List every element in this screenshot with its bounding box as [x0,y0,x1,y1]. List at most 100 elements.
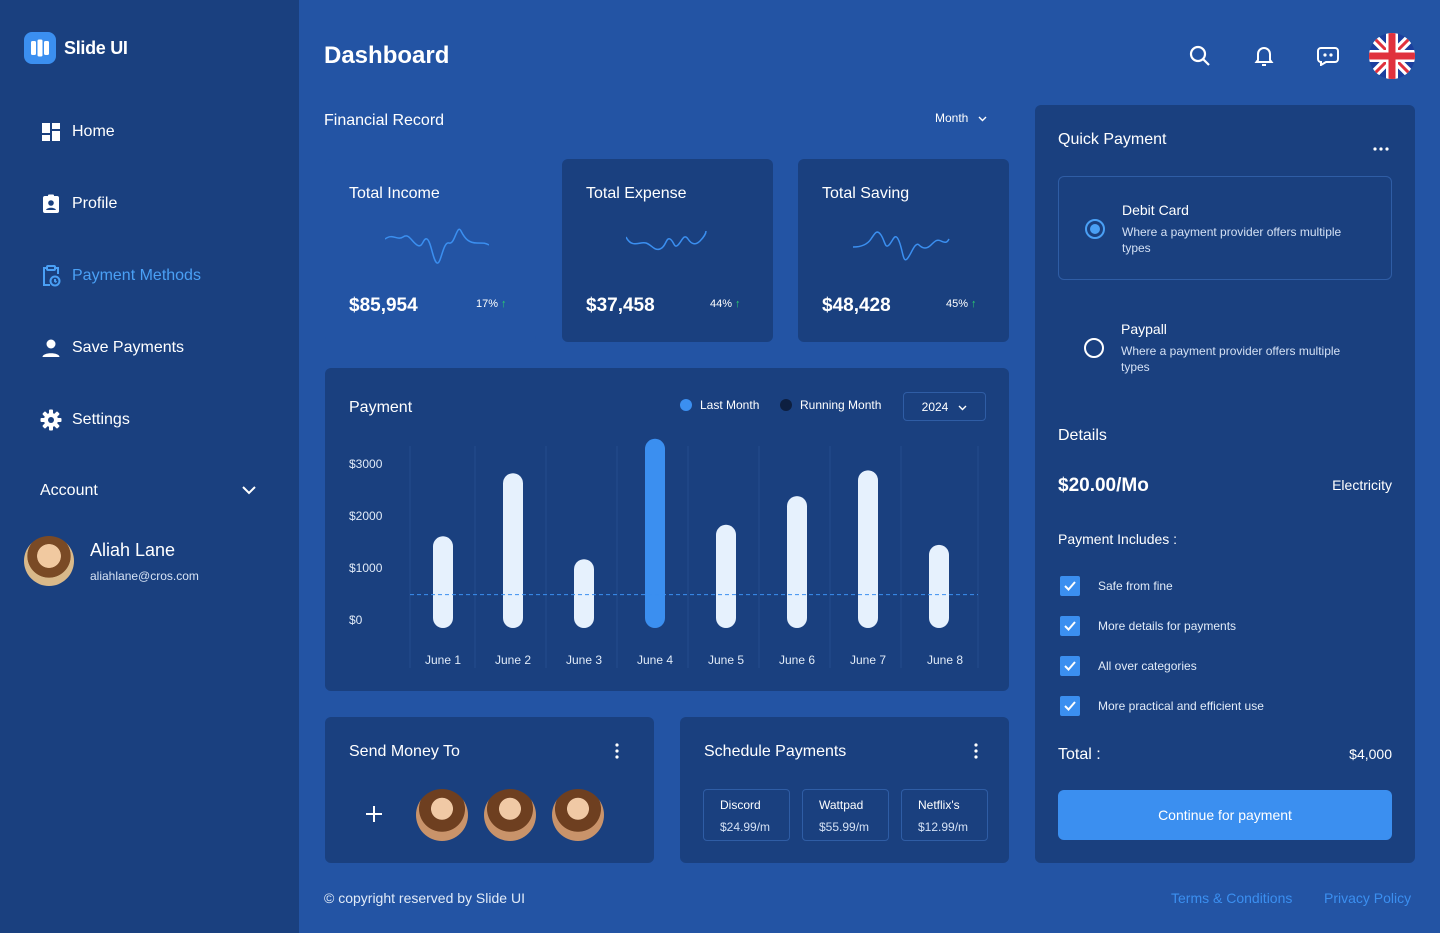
saving-sparkline [853,231,950,261]
payment-chart-card: Payment Last Month Running Month 2024 $3… [325,368,1009,691]
bell-icon[interactable] [1250,42,1278,70]
contact-avatar[interactable] [552,789,604,841]
user-email: aliahlane@cros.com [90,568,199,583]
option-desc: Where a payment provider offers multiple… [1121,344,1341,374]
include-label: More details for payments [1098,619,1237,633]
sidebar-item-label: Home [72,123,115,140]
id-badge-icon [40,193,62,215]
chart-bar[interactable] [645,438,665,628]
stat-label: Total Income [349,185,440,202]
include-item: More details for payments [1060,616,1236,636]
stat-change-value: 17% [476,298,499,310]
option-name: Paypall [1121,321,1167,337]
chart-bar[interactable] [716,524,736,628]
arrow-up-icon: ↑ [971,298,977,310]
schedule-name: Discord [720,798,761,812]
checkbox-checked[interactable] [1060,616,1080,636]
total-value: $4,000 [1349,746,1392,762]
more-vertical-icon[interactable] [974,743,978,764]
sidebar-item-label: Profile [72,195,118,212]
radio-selected[interactable] [1085,219,1105,239]
chart-bar[interactable] [929,544,949,628]
income-sparkline [385,228,489,264]
continue-payment-button[interactable]: Continue for payment [1058,790,1392,840]
schedule-item[interactable]: Wattpad $55.99/m [802,789,889,841]
sidebar-item-payment-methods[interactable]: Payment Methods [40,265,201,287]
chart-bar[interactable] [858,470,878,628]
payment-option-paypall[interactable]: Paypall Where a payment provider offers … [1058,296,1392,400]
include-item: Safe from fine [1060,576,1173,596]
logo[interactable]: Slide UI [24,32,128,64]
details-category: Electricity [1332,477,1392,493]
total-label: Total : [1058,746,1101,763]
includes-title: Payment Includes : [1058,531,1178,547]
chevron-down-icon [978,111,987,125]
stat-label: Total Saving [822,185,910,202]
contact-avatar[interactable] [416,789,468,841]
terms-link[interactable]: Terms & Conditions [1171,890,1292,906]
schedule-price: $12.99/m [918,820,969,834]
stat-card-saving[interactable]: Total Saving $48,428 45% ↑ [798,159,1009,342]
x-tick-label: June 7 [849,653,887,667]
x-tick-label: June 2 [494,653,532,667]
send-money-card: Send Money To [325,717,654,863]
x-tick-label: June 5 [707,653,745,667]
x-tick-label: June 4 [636,653,674,667]
schedule-item[interactable]: Discord $24.99/m [703,789,790,841]
chat-icon[interactable] [1314,42,1342,70]
stat-value: $37,458 [586,295,655,316]
uk-flag-icon[interactable] [1369,33,1415,79]
schedule-price: $24.99/m [720,820,771,834]
schedule-name: Netflix's [918,798,960,812]
option-name: Debit Card [1122,202,1189,218]
schedule-name: Wattpad [819,798,864,812]
sidebar-item-save-payments[interactable]: Save Payments [40,337,184,359]
sidebar-item-label: Payment Methods [72,267,201,284]
more-vertical-icon[interactable] [615,743,619,764]
x-tick-label: June 1 [424,653,462,667]
chart-bar[interactable] [574,559,594,628]
sidebar-item-profile[interactable]: Profile [40,193,117,215]
period-value: Month [935,111,969,125]
financial-record-title: Financial Record [324,112,445,129]
contact-avatar[interactable] [484,789,536,841]
sidebar-item-settings[interactable]: Settings [40,409,130,431]
checkbox-checked[interactable] [1060,576,1080,596]
schedule-item[interactable]: Netflix's $12.99/m [901,789,988,841]
x-tick-label: June 6 [778,653,816,667]
include-label: Safe from fine [1098,579,1173,593]
stat-card-expense[interactable]: Total Expense $37,458 44% ↑ [562,159,773,342]
card-title: Quick Payment [1058,131,1167,148]
stat-change: 44% ↑ [710,298,741,310]
details-price: $20.00/Mo [1058,475,1149,496]
chart-bar[interactable] [433,536,453,628]
chart-bar[interactable] [503,473,523,628]
payment-option-debit-card[interactable]: Debit Card Where a payment provider offe… [1058,176,1392,280]
stat-value: $85,954 [349,295,418,316]
period-select[interactable]: Month [935,111,987,125]
stat-change-value: 45% [946,298,969,310]
include-item: More practical and efficient use [1060,696,1264,716]
stat-change-value: 44% [710,298,733,310]
user-profile[interactable]: Aliah Lane aliahlane@cros.com [24,536,199,586]
stat-label: Total Expense [586,185,687,202]
checkbox-checked[interactable] [1060,656,1080,676]
quick-payment-card: Quick Payment Debit Card Where a payment… [1035,105,1415,863]
checkbox-checked[interactable] [1060,696,1080,716]
user-name: Aliah Lane [90,539,176,560]
include-item: All over categories [1060,656,1197,676]
slides-logo-icon [24,32,56,64]
search-icon[interactable] [1186,42,1214,70]
gear-icon [40,409,62,431]
more-horizontal-icon[interactable] [1373,138,1389,156]
stat-card-income[interactable]: Total Income $85,954 17% ↑ [325,159,536,342]
account-label: Account [40,482,98,499]
sidebar-item-home[interactable]: Home [40,121,115,143]
chart-bar[interactable] [787,496,807,628]
arrow-up-icon: ↑ [501,298,507,310]
plus-icon[interactable] [365,805,383,828]
privacy-link[interactable]: Privacy Policy [1324,890,1411,906]
stat-change: 45% ↑ [946,298,977,310]
radio-unselected[interactable] [1084,338,1104,358]
account-dropdown[interactable]: Account [40,482,256,500]
